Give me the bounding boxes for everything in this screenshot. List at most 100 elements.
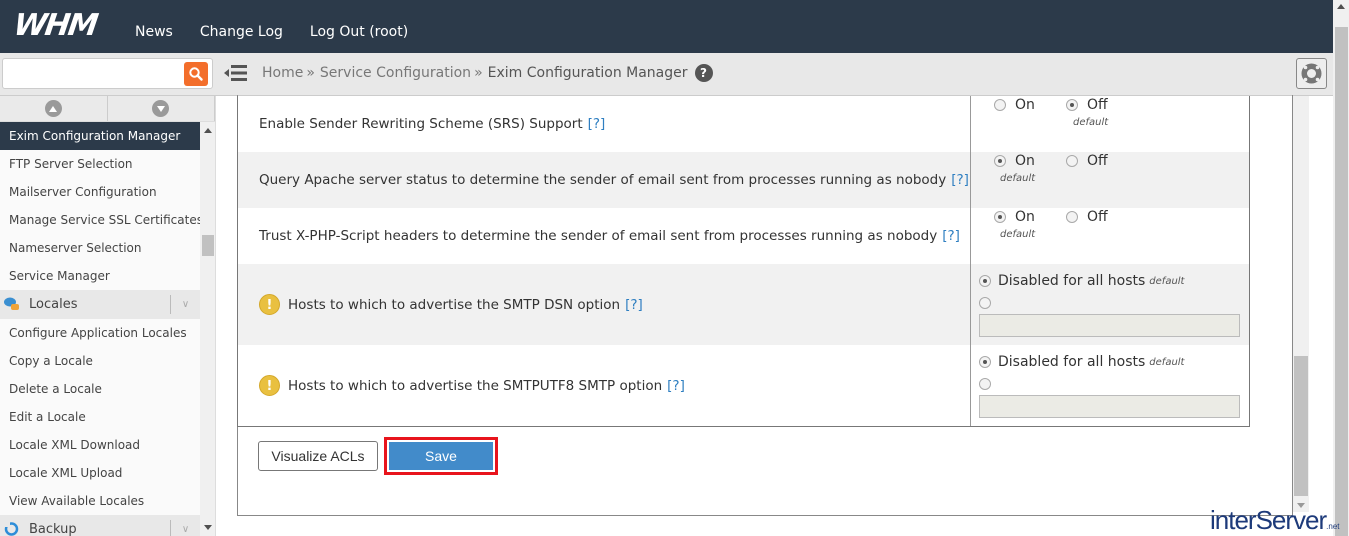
radio-button-selected[interactable]	[979, 275, 991, 287]
search-icon	[189, 67, 203, 81]
visualize-acls-button[interactable]: Visualize ACLs	[258, 441, 378, 471]
chevron-up-icon	[44, 100, 62, 117]
sidebar-item-mailserver-configuration[interactable]: Mailserver Configuration	[0, 178, 200, 206]
radio-on[interactable]: On	[994, 153, 1035, 169]
whm-logo[interactable]: WHM	[12, 8, 99, 43]
sidebar-list: Exim Configuration Manager FTP Server Se…	[0, 122, 203, 536]
sidebar-scroll-down-button[interactable]	[108, 96, 215, 121]
default-label: default	[1073, 117, 1109, 128]
radio-on[interactable]: On	[994, 97, 1035, 113]
support-button[interactable]	[1296, 58, 1327, 89]
search-input[interactable]	[7, 62, 177, 84]
radio-custom-hosts[interactable]	[979, 297, 991, 309]
setting-label: Query Apache server status to determine …	[238, 152, 971, 208]
sidebar-scrollbar[interactable]	[200, 122, 215, 536]
settings-table: Enable Sender Rewriting Scheme (SRS) Sup…	[237, 96, 1250, 427]
warning-icon: !	[259, 294, 280, 315]
radio-off[interactable]: Off	[1066, 209, 1108, 225]
radio-custom-hosts[interactable]	[979, 378, 991, 390]
setting-control: On Off default	[971, 96, 1249, 152]
custom-hosts-input[interactable]	[979, 395, 1240, 418]
setting-label: ! Hosts to which to advertise the SMTP D…	[238, 264, 971, 345]
setting-row-query-apache: Query Apache server status to determine …	[238, 152, 1249, 208]
help-link[interactable]: [?]	[588, 116, 606, 132]
top-header: WHM News Change Log Log Out (root)	[0, 0, 1333, 53]
sidebar-group-locales[interactable]: Locales ∨	[0, 290, 200, 319]
radio-button-selected[interactable]	[979, 356, 991, 368]
chevron-down-icon[interactable]: ∨	[170, 520, 200, 536]
radio-button[interactable]	[1066, 211, 1078, 223]
custom-hosts-input[interactable]	[979, 314, 1240, 337]
radio-disabled-all-hosts[interactable]: Disabled for all hosts default	[979, 354, 1184, 370]
sidebar-item-locale-xml-download[interactable]: Locale XML Download	[0, 431, 200, 459]
setting-row-srs: Enable Sender Rewriting Scheme (SRS) Sup…	[238, 96, 1249, 152]
sidebar-scroll-thumb[interactable]	[202, 235, 214, 256]
search-button[interactable]	[184, 62, 208, 86]
help-link[interactable]: [?]	[951, 172, 969, 188]
nav-logout[interactable]: Log Out (root)	[310, 24, 408, 40]
setting-label: ! Hosts to which to advertise the SMTPUT…	[238, 345, 971, 426]
help-icon[interactable]: ?	[694, 64, 713, 82]
default-label: default	[1000, 173, 1036, 184]
window-scrollbar[interactable]	[1333, 0, 1349, 536]
radio-button[interactable]	[1066, 155, 1078, 167]
scroll-up-icon[interactable]	[1337, 4, 1345, 9]
radio-button-selected[interactable]	[1066, 99, 1078, 111]
menu-collapse-icon	[224, 65, 247, 81]
sidebar-group-label: Backup	[29, 522, 77, 536]
radio-disabled-all-hosts[interactable]: Disabled for all hosts default	[979, 273, 1184, 289]
sidebar-item-delete-a-locale[interactable]: Delete a Locale	[0, 375, 200, 403]
breadcrumb-home[interactable]: Home	[262, 65, 303, 81]
radio-button-selected[interactable]	[994, 155, 1006, 167]
help-link[interactable]: [?]	[625, 297, 643, 313]
watermark-brand: interServer	[1210, 505, 1327, 535]
content-scroll-thumb[interactable]	[1294, 356, 1308, 496]
sidebar-item-manage-service-ssl-certificates[interactable]: Manage Service SSL Certificates	[0, 206, 203, 234]
sidebar-item-edit-a-locale[interactable]: Edit a Locale	[0, 403, 200, 431]
sidebar-scroll-up-button[interactable]	[0, 96, 108, 121]
save-button[interactable]: Save	[389, 442, 493, 470]
interserver-watermark: interServer.net	[1210, 505, 1340, 536]
warning-icon: !	[259, 375, 280, 396]
sidebar: Exim Configuration Manager FTP Server Se…	[0, 96, 216, 536]
backup-icon	[4, 522, 19, 536]
breadcrumb-separator: »	[306, 65, 315, 81]
lifebuoy-icon	[1301, 63, 1322, 84]
setting-control: Disabled for all hosts default	[971, 264, 1249, 345]
radio-on[interactable]: On	[994, 209, 1035, 225]
window-scroll-thumb[interactable]	[1335, 27, 1348, 536]
setting-label: Enable Sender Rewriting Scheme (SRS) Sup…	[238, 96, 971, 152]
radio-off[interactable]: Off	[1066, 97, 1108, 113]
default-label: default	[1000, 229, 1036, 240]
chevron-down-icon[interactable]: ∨	[170, 295, 200, 314]
search-box	[2, 58, 213, 89]
breadcrumb-service-configuration[interactable]: Service Configuration	[320, 65, 471, 81]
scroll-down-icon[interactable]	[204, 525, 212, 530]
sidebar-item-service-manager[interactable]: Service Manager	[0, 262, 200, 290]
sidebar-item-copy-a-locale[interactable]: Copy a Locale	[0, 347, 200, 375]
breadcrumb-separator: »	[474, 65, 483, 81]
breadcrumb-current: Exim Configuration Manager	[487, 65, 688, 81]
sidebar-scroll-controls	[0, 96, 215, 122]
radio-button-selected[interactable]	[994, 211, 1006, 223]
sidebar-item-exim-configuration-manager[interactable]: Exim Configuration Manager	[0, 122, 200, 150]
setting-label: Trust X-PHP-Script headers to determine …	[238, 208, 971, 264]
content-scrollbar[interactable]	[1293, 96, 1309, 512]
radio-button[interactable]	[994, 99, 1006, 111]
default-label: default	[1149, 356, 1185, 368]
sidebar-group-backup[interactable]: Backup ∨	[0, 515, 200, 536]
nav-news[interactable]: News	[135, 24, 173, 40]
help-link[interactable]: [?]	[942, 228, 960, 244]
sidebar-item-view-available-locales[interactable]: View Available Locales	[0, 487, 200, 515]
sidebar-item-locale-xml-upload[interactable]: Locale XML Upload	[0, 459, 200, 487]
sidebar-item-ftp-server-selection[interactable]: FTP Server Selection	[0, 150, 200, 178]
setting-control: Disabled for all hosts default	[971, 345, 1249, 426]
default-label: default	[1149, 275, 1185, 287]
sidebar-item-nameserver-selection[interactable]: Nameserver Selection	[0, 234, 200, 262]
nav-change-log[interactable]: Change Log	[200, 24, 283, 40]
sidebar-item-configure-application-locales[interactable]: Configure Application Locales	[0, 319, 200, 347]
radio-off[interactable]: Off	[1066, 153, 1108, 169]
help-link[interactable]: [?]	[667, 378, 685, 394]
menu-collapse-button[interactable]	[224, 63, 248, 83]
scroll-up-icon[interactable]	[204, 128, 212, 133]
